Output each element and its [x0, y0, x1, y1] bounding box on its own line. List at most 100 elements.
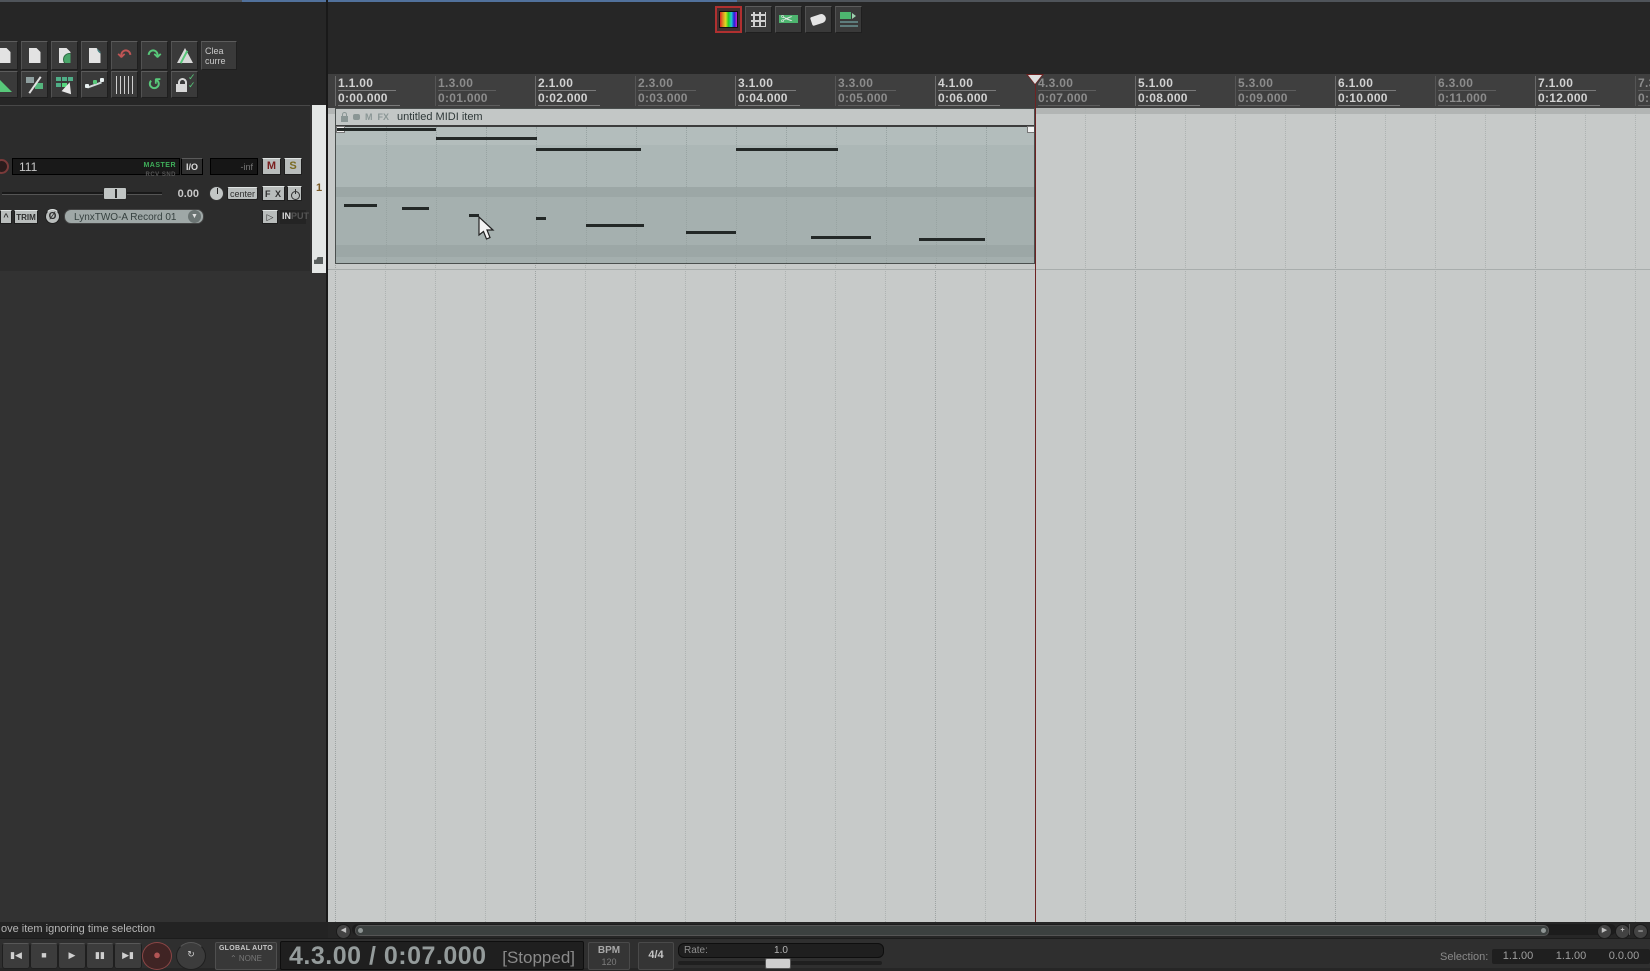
ruler-marker[interactable]: 4.3.00 0:07.000 — [1035, 76, 1134, 106]
selection-values[interactable]: 1.1.00 1.1.00 0.0.00 — [1492, 949, 1650, 964]
grid-button[interactable] — [745, 6, 772, 33]
horizontal-scrollbar-thumb[interactable] — [355, 925, 1549, 936]
bpm-control[interactable]: BPM 120 — [588, 942, 630, 970]
time-signature-control[interactable]: 4/4 — [638, 942, 674, 970]
midi-note[interactable] — [686, 231, 736, 234]
item-lock-icon[interactable] — [341, 111, 348, 122]
folder-icon[interactable] — [314, 257, 323, 264]
eraser-button[interactable] — [805, 6, 832, 33]
ruler-marker[interactable]: 2.3.00 0:03.000 — [635, 76, 734, 106]
redo-button[interactable]: ↷ — [141, 41, 168, 70]
ruler-marker[interactable]: 6.1.00 0:10.000 — [1335, 76, 1434, 106]
io-button[interactable]: I/O — [181, 158, 203, 175]
fx-button[interactable]: F X — [262, 186, 285, 201]
volume-slider-track[interactable] — [2, 192, 162, 195]
grouping-button[interactable] — [51, 71, 78, 98]
clear-current-button[interactable]: Clea curre — [201, 41, 237, 70]
track-panel[interactable]: 111 MASTER RCV SND I/O -inf M S 0.00 cen… — [0, 105, 310, 271]
ruler-marker[interactable]: 1.1.00 0:00.000 — [335, 76, 434, 106]
midi-note[interactable] — [337, 128, 436, 131]
zoom-out-button[interactable]: − — [1633, 924, 1648, 939]
project-settings-button[interactable]: i — [81, 41, 108, 70]
save-project-button[interactable]: ↓ — [51, 41, 78, 70]
ripple-edit-button[interactable] — [21, 71, 48, 98]
ruler-marker[interactable]: 6.3.00 0:11.000 — [1435, 76, 1534, 106]
snap-grid-button[interactable] — [111, 71, 138, 98]
monitor-button[interactable]: ▷ — [262, 210, 278, 224]
item-corner-handle-right[interactable] — [1027, 126, 1034, 133]
ruler-marker[interactable]: 2.1.00 0:02.000 — [535, 76, 634, 106]
theme-colors-button[interactable] — [715, 6, 742, 33]
track-scrollbar-strip[interactable]: 1 — [312, 105, 326, 273]
text-icon: Clea curre — [205, 45, 226, 66]
envelope-points-button[interactable] — [81, 71, 108, 98]
horizontal-scrollbar-track[interactable] — [352, 924, 1616, 936]
item-properties-button[interactable] — [0, 71, 18, 98]
mute-button[interactable]: M — [262, 158, 281, 175]
transport-time-display[interactable]: 4.3.00 / 0:07.000 [Stopped] — [280, 941, 584, 970]
timeline-ruler[interactable]: 1.1.00 0:00.000 1.3.00 0:01.000 2.1.00 0:02.0… — [328, 74, 1650, 109]
global-automation-button[interactable]: GLOBAL AUTO ⌃ NONE — [215, 942, 277, 970]
midi-note[interactable] — [586, 224, 644, 227]
zoom-in-button[interactable]: + — [1615, 924, 1630, 939]
ruler-time-label: 0:06.000 — [938, 91, 1000, 106]
item-mute-badge[interactable]: M — [365, 112, 373, 122]
undo-button[interactable]: ↶ — [111, 41, 138, 70]
ruler-marker[interactable]: 5.1.00 0:08.000 — [1135, 76, 1234, 106]
playrate-slider[interactable] — [678, 958, 882, 969]
locking-button[interactable]: ✓ ✓ — [171, 71, 198, 98]
volume-slider-handle[interactable] — [103, 187, 127, 200]
solo-button[interactable]: S — [284, 158, 302, 175]
ruler-marker[interactable]: 7.3.000:13.000 — [1635, 76, 1650, 106]
record-button[interactable]: ● — [142, 942, 172, 970]
midi-note[interactable] — [536, 148, 641, 151]
midi-note[interactable] — [436, 137, 537, 140]
trim-button[interactable]: TRIM — [14, 210, 38, 224]
item-fx-badge[interactable]: FX — [378, 112, 390, 122]
midi-note[interactable] — [811, 236, 871, 239]
panel-arrange-divider[interactable] — [326, 0, 328, 922]
playrate-slider-thumb[interactable] — [765, 958, 791, 969]
metronome-button[interactable] — [171, 41, 198, 70]
item-header[interactable]: M FX untitled MIDI item — [336, 109, 1034, 127]
play-cursor-line[interactable] — [1035, 78, 1036, 922]
ruler-marker[interactable]: 7.1.00 0:12.000 — [1535, 76, 1634, 106]
new-project-button[interactable]: ✱ — [0, 41, 18, 70]
phase-button[interactable]: Ø — [45, 209, 60, 224]
track-meter: -inf — [210, 158, 258, 175]
record-arm-button[interactable] — [0, 159, 9, 174]
scroll-right-button[interactable]: ▶ — [1597, 924, 1612, 939]
open-project-button[interactable]: ↗ — [21, 41, 48, 70]
fx-bypass-button[interactable] — [287, 186, 302, 201]
midi-note[interactable] — [536, 217, 546, 220]
midi-note[interactable] — [402, 207, 429, 210]
track-name-field[interactable]: 111 MASTER RCV SND — [12, 158, 180, 178]
go-to-start-button[interactable]: ▮◀ — [2, 943, 30, 969]
pan-knob[interactable] — [209, 186, 224, 201]
input-mode-label[interactable]: INPUT — [280, 210, 309, 224]
input-dropdown-icon[interactable]: ▼ — [188, 210, 201, 223]
ruler-marker[interactable]: 3.3.00 0:05.000 — [835, 76, 934, 106]
input-selector[interactable]: LynxTWO-A Record 01 — [64, 209, 204, 224]
loop-points-button[interactable]: ↺ — [141, 71, 168, 98]
play-button[interactable]: ▶ — [58, 943, 86, 969]
ruler-marker[interactable]: 4.1.00 0:06.000 — [935, 76, 1034, 106]
ruler-marker[interactable]: 3.1.00 0:04.000 — [735, 76, 834, 106]
envelope-button[interactable]: ^ — [0, 210, 12, 224]
ruler-marker[interactable]: 1.3.00 0:01.000 — [435, 76, 534, 106]
midi-note[interactable] — [736, 148, 838, 151]
stop-button[interactable]: ■ — [30, 943, 58, 969]
go-to-end-button[interactable]: ▶▮ — [114, 943, 142, 969]
pause-button[interactable]: ▮▮ — [86, 943, 114, 969]
arrange-view[interactable]: M FX untitled MIDI item — [328, 108, 1650, 922]
midi-note[interactable] — [919, 238, 985, 241]
ruler-marker[interactable]: 5.3.00 0:09.000 — [1235, 76, 1334, 106]
scroll-left-button[interactable]: ◀ — [336, 924, 351, 939]
item-notes-icon[interactable] — [353, 114, 360, 120]
split-item-button[interactable]: ✂ — [775, 6, 802, 33]
midi-note[interactable] — [344, 204, 377, 207]
item-edit-button[interactable] — [835, 6, 862, 33]
playrate-control[interactable]: Rate: 1.0 — [678, 943, 884, 958]
midi-item[interactable]: M FX untitled MIDI item — [335, 108, 1035, 264]
repeat-button[interactable]: ↻ — [176, 942, 206, 970]
